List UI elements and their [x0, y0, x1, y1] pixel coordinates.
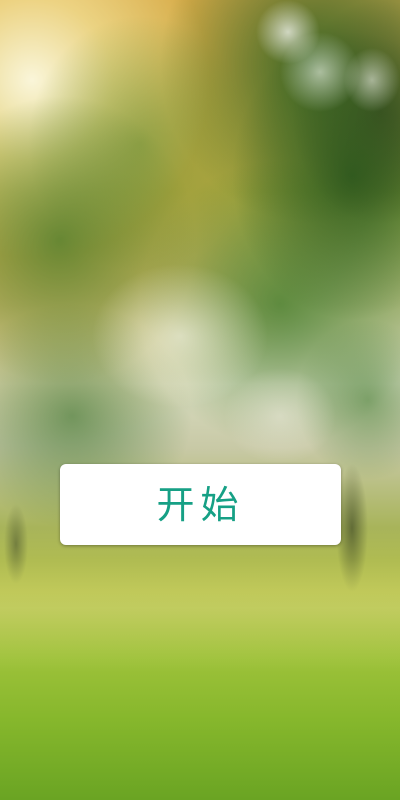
background-haze	[0, 0, 400, 800]
start-button-label: 开始	[156, 482, 245, 527]
app-screen: 开始	[0, 0, 400, 800]
start-button[interactable]: 开始	[60, 464, 341, 545]
